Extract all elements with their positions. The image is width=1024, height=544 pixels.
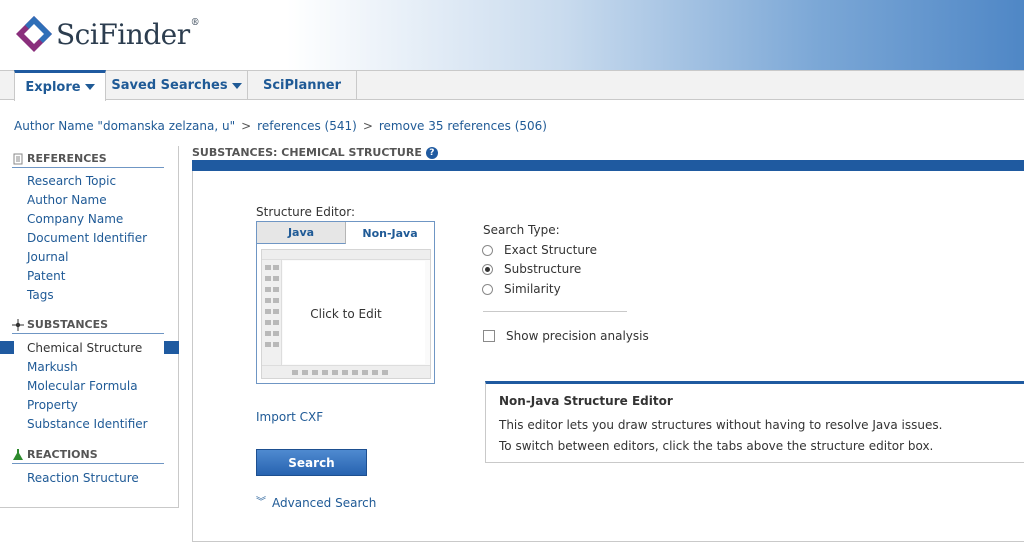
sidebar-item-author-name[interactable]: Author Name	[27, 193, 107, 207]
breadcrumb-separator: >	[241, 119, 252, 133]
sidebar-item-substance-identifier[interactable]: Substance Identifier	[27, 417, 148, 431]
precision-analysis-checkbox[interactable]	[483, 330, 495, 342]
tab-non-java[interactable]: Non-Java	[346, 222, 434, 244]
sidebar-item-molecular-formula[interactable]: Molecular Formula	[27, 379, 138, 393]
divider	[483, 311, 627, 312]
breadcrumb-separator: >	[362, 119, 373, 133]
sidebar-item-chemical-structure[interactable]: Chemical Structure	[27, 341, 142, 355]
sidebar-item-tags[interactable]: Tags	[27, 288, 54, 302]
sidebar-item-property[interactable]: Property	[27, 398, 78, 412]
sidebar: REFERENCES Research Topic Author Name Co…	[0, 146, 179, 508]
radio-button[interactable]	[482, 283, 493, 295]
sidebar-heading: REACTIONS	[27, 448, 98, 461]
tab-explore[interactable]: Explore	[14, 70, 106, 101]
page-title: SUBSTANCES: CHEMICAL STRUCTURE ?	[192, 146, 438, 159]
radio-button[interactable]	[482, 244, 493, 256]
sidebar-item-company-name[interactable]: Company Name	[27, 212, 123, 226]
tab-sciplanner[interactable]: SciPlanner	[248, 71, 357, 100]
breadcrumb-item-references[interactable]: references (541)	[257, 119, 357, 133]
click-to-edit-label: Click to Edit	[310, 307, 382, 321]
sidebar-section-reactions: REACTIONS	[12, 446, 164, 464]
radio-similarity[interactable]: Similarity	[482, 282, 561, 296]
breadcrumb: Author Name "domanska zelzana, u" > refere…	[14, 119, 547, 133]
molecule-icon	[12, 318, 24, 331]
active-item-marker	[164, 341, 179, 354]
breadcrumb-item-remove[interactable]: remove 35 references (506)	[379, 119, 547, 133]
precision-analysis-label: Show precision analysis	[506, 329, 649, 343]
search-button[interactable]: Search	[256, 449, 367, 476]
document-icon	[12, 153, 24, 165]
header-banner: SciFinder®	[0, 0, 1024, 70]
sidebar-section-substances: SUBSTANCES	[12, 316, 164, 334]
info-text: To switch between editors, click the tab…	[499, 439, 934, 453]
title-bar	[192, 160, 1024, 171]
tab-explore-label: Explore	[25, 79, 81, 95]
radio-exact-structure[interactable]: Exact Structure	[482, 243, 597, 257]
search-type-label: Search Type:	[483, 223, 560, 237]
scifinder-logo[interactable]: SciFinder®	[14, 14, 200, 54]
structure-editor-canvas[interactable]: Click to Edit	[261, 249, 431, 379]
sidebar-heading: SUBSTANCES	[27, 318, 109, 331]
advanced-search-link[interactable]: ︾ Advanced Search	[256, 496, 376, 510]
advanced-search-label: Advanced Search	[272, 496, 377, 510]
help-icon[interactable]: ?	[425, 146, 438, 159]
editor-info-box: Non-Java Structure Editor This editor le…	[485, 381, 1024, 463]
breadcrumb-item-author[interactable]: Author Name "domanska zelzana, u"	[14, 119, 235, 133]
sidebar-item-journal[interactable]: Journal	[27, 250, 69, 264]
scifinder-wordmark: SciFinder®	[56, 17, 200, 51]
tab-sciplanner-label: SciPlanner	[262, 78, 342, 93]
import-cxf-link[interactable]: Import CXF	[256, 410, 323, 424]
tab-java[interactable]: Java	[257, 222, 346, 244]
radio-label: Similarity	[504, 282, 561, 296]
chevron-down-icon	[84, 84, 95, 90]
sidebar-item-document-identifier[interactable]: Document Identifier	[27, 231, 147, 245]
flask-icon	[12, 448, 24, 461]
main-nav: Explore Saved Searches SciPlanner	[0, 70, 1024, 101]
sidebar-item-markush[interactable]: Markush	[27, 360, 78, 374]
sidebar-item-patent[interactable]: Patent	[27, 269, 65, 283]
info-text: This editor lets you draw structures wit…	[499, 418, 943, 432]
info-title: Non-Java Structure Editor	[499, 394, 673, 408]
tab-saved-searches[interactable]: Saved Searches	[106, 71, 248, 100]
radio-label: Substructure	[504, 262, 582, 276]
radio-substructure[interactable]: Substructure	[482, 262, 581, 276]
precision-analysis-option[interactable]: Show precision analysis	[483, 329, 649, 343]
double-chevron-down-icon: ︾	[256, 497, 266, 508]
radio-button-selected[interactable]	[482, 263, 493, 275]
sidebar-item-research-topic[interactable]: Research Topic	[27, 174, 116, 188]
radio-label: Exact Structure	[504, 243, 597, 257]
structure-editor: Java Non-Java Click to Edit	[256, 221, 435, 384]
sidebar-heading: REFERENCES	[27, 152, 107, 165]
tab-saved-searches-label: Saved Searches	[111, 78, 228, 93]
active-item-marker	[0, 341, 14, 354]
chevron-down-icon	[231, 82, 242, 89]
structure-editor-label: Structure Editor:	[256, 205, 355, 219]
scifinder-diamond-icon	[14, 14, 54, 54]
sidebar-section-references: REFERENCES	[12, 150, 164, 168]
sidebar-item-reaction-structure[interactable]: Reaction Structure	[27, 471, 139, 485]
page-title-text: SUBSTANCES: CHEMICAL STRUCTURE	[192, 146, 422, 159]
